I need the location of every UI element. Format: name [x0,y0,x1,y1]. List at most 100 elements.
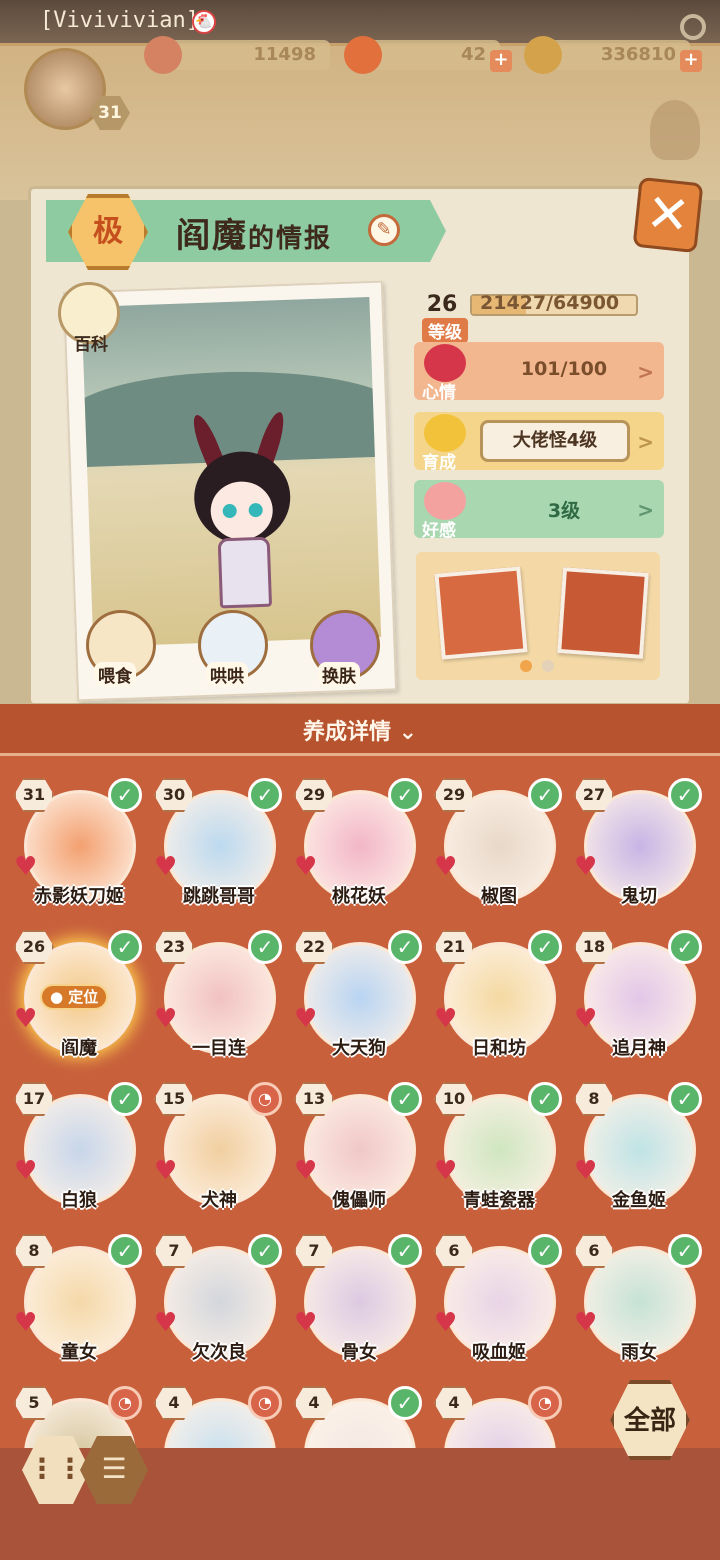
check-icon: ✓ [388,778,422,812]
chevron-down-icon: ⌄ [398,720,418,745]
mood-icon [424,344,466,382]
card-name: 大天狗 [332,1038,386,1059]
character-card[interactable]: 8 ✓ ♥ 童女 [14,1234,144,1378]
character-card[interactable]: 7 ✓ ♥ 骨女 [294,1234,424,1378]
character-card[interactable]: 6 ✓ ♥ 雨女 [574,1234,704,1378]
mood-row[interactable]: 心情 101/100 > [414,342,664,403]
character-card[interactable]: 7 ✓ ♥ 欠次良 [154,1234,284,1378]
locked-icon: ◔ [248,1082,282,1116]
heart-icon: ♥ [574,852,598,882]
check-icon: ✓ [388,1386,422,1420]
comfort-button[interactable]: 哄哄 [206,662,248,687]
card-name: 追月神 [612,1038,666,1059]
card-name: 一目连 [192,1038,246,1059]
card-name: 鬼切 [621,886,657,907]
heart-icon: ♥ [434,852,458,882]
character-card[interactable]: 30 ✓ ♥ 跳跳哥哥 [154,778,284,922]
locked-icon: ◔ [248,1386,282,1420]
exp-text: 21427/64900 [480,292,620,314]
page-title: 阎魔的情报 [176,208,332,257]
character-card[interactable]: 18 ✓ ♥ 追月神 [574,930,704,1074]
heart-icon: ♥ [14,1156,38,1186]
check-icon: ✓ [248,778,282,812]
card-name: 童女 [61,1342,97,1363]
card-name: 赤影妖刀姬 [34,886,124,907]
edit-icon[interactable]: ✎ [368,214,400,246]
character-card[interactable]: 10 ✓ ♥ 青蛙瓷器 [434,1082,564,1226]
check-icon: ✓ [528,1234,562,1268]
heart-icon: ♥ [574,1308,598,1338]
level-label: 等级 [422,318,468,343]
affinity-value: 3级 [547,500,581,522]
card-name: 欠次良 [192,1342,246,1363]
character-card[interactable]: 23 ✓ ♥ 一目连 [154,930,284,1074]
chevron-right-icon: > [637,498,654,522]
encyclopedia-label[interactable]: 百科 [74,330,108,355]
affinity-row[interactable]: 好感 3级 > [414,480,664,541]
check-icon: ✓ [248,1234,282,1268]
growth-row[interactable]: 育成 大佬怪4级 > [414,412,664,473]
chicken-icon: 🐔 [192,10,216,34]
card-name: 跳跳哥哥 [183,886,255,907]
heart-icon: ♥ [294,1308,318,1338]
character-card[interactable]: 31 ✓ ♥ 赤影妖刀姬 [14,778,144,922]
character-card[interactable]: 22 ✓ ♥ 大天狗 [294,930,424,1074]
settings-icon[interactable] [680,14,706,40]
card-name: 桃花妖 [332,886,386,907]
carousel-dot-active[interactable] [520,660,532,672]
character-card[interactable]: 6 ✓ ♥ 吸血姬 [434,1234,564,1378]
chevron-right-icon: > [637,430,654,454]
affinity-label: 好感 [422,521,456,541]
locked-icon: ◔ [108,1386,142,1420]
coin-icon [524,36,562,74]
resource-cake: 11498 [144,36,330,74]
locate-button[interactable]: ● 定位 [40,984,109,1010]
add-coin-button[interactable]: + [680,50,702,72]
skin-button[interactable]: 换肤 [318,662,360,687]
carousel-dot[interactable] [542,660,554,672]
heart-icon: ♥ [434,1308,458,1338]
section-title[interactable]: 养成详情 ⌄ [0,714,720,746]
check-icon: ✓ [668,1082,702,1116]
heart-icon: ♥ [14,852,38,882]
check-icon: ✓ [668,1234,702,1268]
character-card[interactable]: 21 ✓ ♥ 日和坊 [434,930,564,1074]
card-name: 吸血姬 [472,1342,526,1363]
card-name: 椒图 [481,886,517,907]
character-card[interactable]: 13 ✓ ♥ 傀儡师 [294,1082,424,1226]
check-icon: ✓ [668,778,702,812]
heart-icon: ♥ [574,1004,598,1034]
mood-label: 心情 [422,383,456,403]
close-button[interactable]: ✕ [632,176,704,254]
character-card[interactable]: 27 ✓ ♥ 鬼切 [574,778,704,922]
character-card[interactable]: 26 ✓ ♥ ● 定位 阎魔 [14,930,144,1074]
heart-icon: ♥ [14,1308,38,1338]
wheel-gift-card[interactable] [557,567,649,659]
check-icon: ✓ [528,778,562,812]
check-icon: ✓ [388,1234,422,1268]
character-card[interactable]: 29 ✓ ♥ 椒图 [434,778,564,922]
character-card[interactable]: 29 ✓ ♥ 桃花妖 [294,778,424,922]
heart-icon: ♥ [294,1156,318,1186]
resource-magatama: 42 + [344,36,512,74]
character-card[interactable]: 15 ◔ ♥ 犬神 [154,1082,284,1226]
food-gift-card[interactable] [434,566,528,660]
check-icon: ✓ [388,1082,422,1116]
character-card[interactable]: 8 ✓ ♥ 金鱼姬 [574,1082,704,1226]
card-name: 日和坊 [472,1038,526,1059]
check-icon: ✓ [108,1082,142,1116]
growth-value: 大佬怪4级 [480,420,630,462]
character-sprite[interactable] [177,409,304,614]
check-icon: ✓ [108,778,142,812]
add-magatama-button[interactable]: + [490,50,512,72]
heart-icon: ♥ [434,1156,458,1186]
heart-icon: ♥ [154,852,178,882]
fish-ornament-icon [650,100,700,160]
resource-coin: 336810 + [524,36,702,74]
card-name: 白狼 [61,1190,97,1211]
character-card[interactable]: 17 ✓ ♥ 白狼 [14,1082,144,1226]
check-icon: ✓ [528,1082,562,1116]
check-icon: ✓ [248,930,282,964]
growth-label: 育成 [422,453,456,473]
feed-button[interactable]: 喂食 [94,662,136,687]
